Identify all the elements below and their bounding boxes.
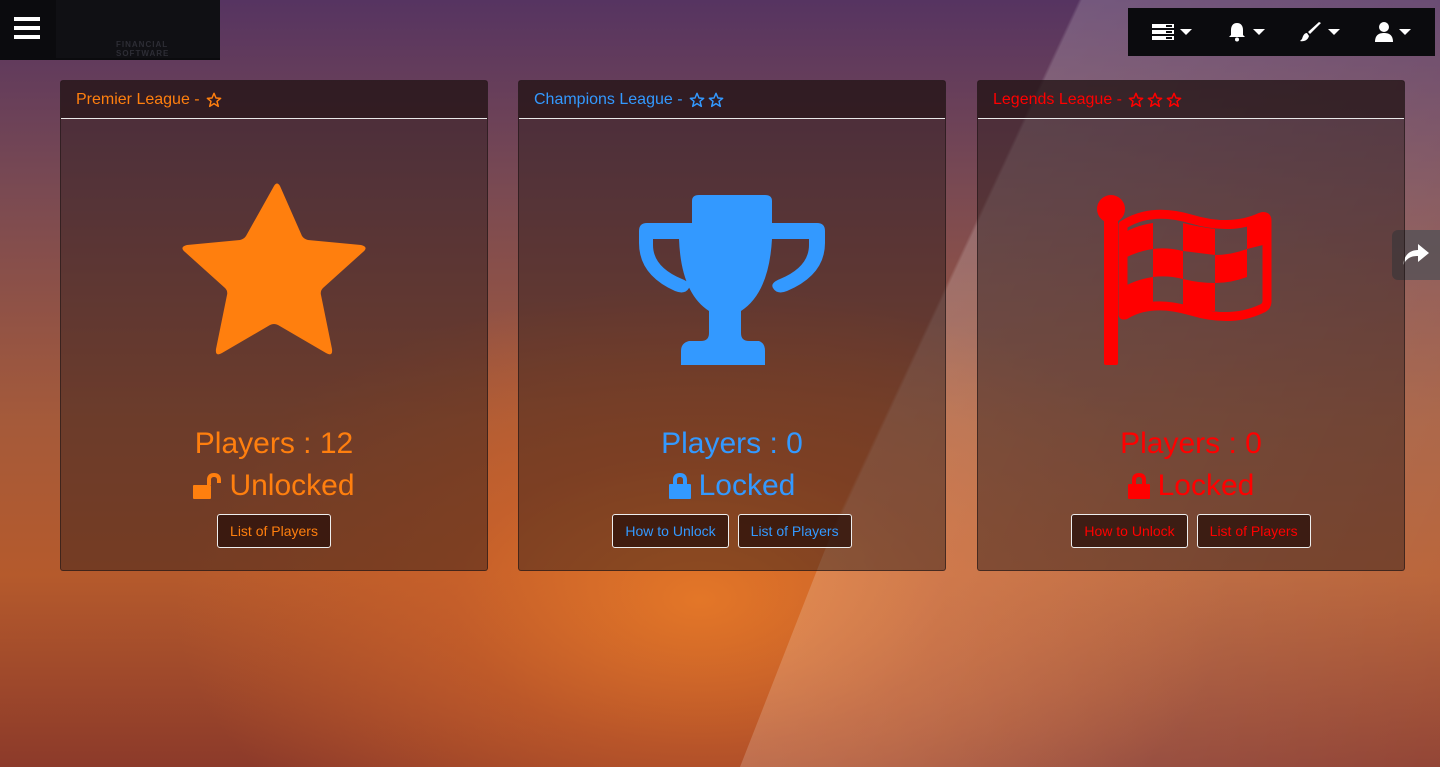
star-outline-icon: [206, 92, 222, 107]
lock-status: Locked: [519, 469, 945, 503]
menu-icon: [14, 17, 40, 39]
star-outline-icon: [708, 92, 723, 107]
star-rating: [206, 92, 222, 108]
card-header: Legends League -: [978, 81, 1404, 119]
how-to-unlock-button[interactable]: How to Unlock: [1071, 514, 1188, 548]
lock-icon: [668, 473, 691, 499]
star-icon: [182, 183, 366, 355]
star-outline-icon: [689, 92, 704, 107]
list-of-players-button[interactable]: List of Players: [1196, 514, 1311, 548]
chevron-down-icon: [1399, 29, 1412, 35]
league-title: Premier League -: [76, 90, 200, 108]
league-icon-area: [978, 193, 1404, 383]
checkered-flag-icon: [1097, 195, 1272, 365]
star-outline-icon: [1147, 92, 1163, 107]
server-menu-button[interactable]: [1146, 18, 1198, 46]
players-count: Players : 12: [194, 427, 354, 460]
players-count: Players : 0: [1120, 427, 1262, 460]
card-actions: How to Unlock List of Players: [519, 514, 945, 548]
list-of-players-button[interactable]: List of Players: [217, 514, 331, 548]
logo-text: FINANCIAL SOFTWARE: [116, 40, 170, 58]
league-icon-area: [519, 193, 945, 383]
bell-icon: [1228, 23, 1245, 42]
user-menu-button[interactable]: [1369, 16, 1417, 48]
card-header: Premier League -: [61, 81, 487, 119]
lock-status-label: Locked: [1157, 469, 1255, 502]
unlock-icon: [193, 473, 222, 499]
trophy-icon: [639, 195, 825, 365]
top-left-bar: FINANCIAL SOFTWARE: [0, 0, 220, 60]
league-title: Champions League -: [534, 90, 683, 108]
top-toolbar: [1128, 8, 1435, 56]
league-card-champions: Champions League - Players : 0 Locked Ho…: [518, 80, 946, 571]
players-count: Players : 0: [661, 427, 803, 460]
logo: FINANCIAL SOFTWARE: [56, 0, 220, 58]
notifications-button[interactable]: [1221, 16, 1271, 48]
lock-status-label: Unlocked: [229, 469, 355, 502]
share-icon: [1403, 244, 1429, 265]
theme-button[interactable]: [1294, 16, 1346, 48]
chevron-down-icon: [1179, 29, 1192, 35]
league-card-legends: Legends League - Players : 0 Locked How …: [977, 80, 1405, 571]
user-icon: [1375, 22, 1394, 42]
league-icon-area: [61, 181, 487, 371]
lock-status: Locked: [978, 469, 1404, 503]
lock-icon: [1127, 473, 1150, 499]
star-outline-icon: [1128, 92, 1144, 107]
league-title: Legends League -: [993, 90, 1122, 108]
lock-status-label: Locked: [698, 469, 796, 502]
chevron-down-icon: [1328, 29, 1341, 35]
paint-brush-icon: [1300, 22, 1322, 42]
how-to-unlock-button[interactable]: How to Unlock: [612, 514, 729, 548]
star-outline-icon: [1166, 92, 1182, 107]
chevron-down-icon: [1252, 29, 1265, 35]
league-card-premier: Premier League - Players : 12 Unlocked L…: [60, 80, 488, 571]
server-icon: [1151, 24, 1174, 40]
lock-status: Unlocked: [61, 469, 487, 503]
list-of-players-button[interactable]: List of Players: [737, 514, 852, 548]
card-actions: List of Players: [61, 514, 487, 548]
menu-button[interactable]: [0, 0, 54, 56]
star-rating: [689, 92, 724, 108]
card-actions: How to Unlock List of Players: [978, 514, 1404, 548]
card-header: Champions League -: [519, 81, 945, 119]
star-rating: [1128, 92, 1182, 108]
